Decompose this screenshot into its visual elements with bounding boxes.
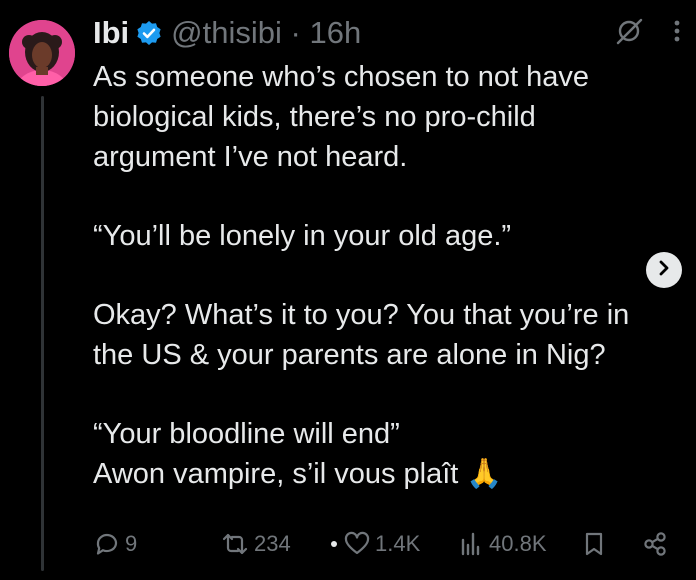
repost-button[interactable]: 234 [220,527,291,561]
repost-icon [220,530,250,558]
paragraph-1: As someone who’s chosen to not have biolo… [93,61,590,173]
paragraph-4: “Your bloodline will end” Awon vampire, s… [93,418,503,490]
views-icon [457,530,485,558]
bookmark-button[interactable] [580,527,608,561]
tweet-actions: 9 234 1.4K 40.8K [93,527,683,561]
author-handle[interactable]: @thisibi · 16h [171,15,361,51]
thread-line [41,96,44,571]
views-button[interactable]: 40.8K [457,527,547,561]
paragraph-2: “You’ll be lonely in your old age.” [93,220,512,252]
share-icon [641,530,669,558]
tweet-header: Ibi @thisibi · 16h [93,13,361,53]
like-count: 1.4K [375,531,421,556]
more-icon[interactable] [672,16,682,51]
reply-button[interactable]: 9 [93,527,137,561]
views-count: 40.8K [489,531,547,556]
unread-dot [331,541,337,547]
like-icon [343,530,371,558]
author-name[interactable]: Ibi [93,15,129,51]
next-button[interactable] [646,252,682,288]
paragraph-3: Okay? What’s it to you? You that you’re … [93,299,630,371]
tweet-text: As someone who’s chosen to not have biolo… [93,57,653,494]
verified-badge-icon [135,19,163,47]
repost-count: 234 [254,531,291,556]
header-actions [614,16,682,51]
reply-icon [93,530,121,558]
time-separator: · [290,15,301,50]
share-button[interactable] [641,527,669,561]
tweet-time[interactable]: 16h [309,15,361,50]
reply-count: 9 [125,531,138,556]
grok-icon[interactable] [614,16,644,51]
chevron-right-icon [654,258,674,283]
avatar[interactable] [9,20,75,86]
bookmark-icon [580,530,608,558]
like-button[interactable]: 1.4K [343,527,420,561]
